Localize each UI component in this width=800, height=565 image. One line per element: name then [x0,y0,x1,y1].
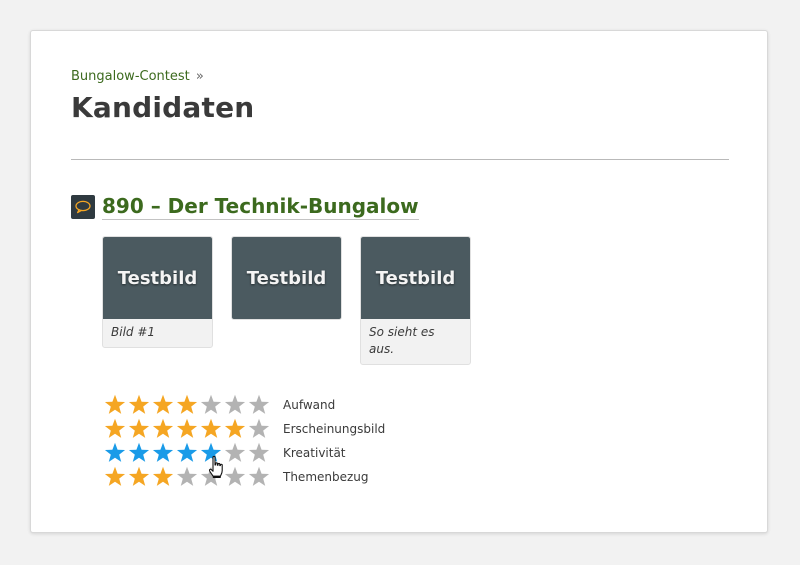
star-rating[interactable] [103,465,271,489]
rating-label: Erscheinungsbild [283,422,386,436]
star-filled-icon[interactable] [223,417,247,441]
star-filled-icon[interactable] [103,465,127,489]
rating-row: Themenbezug [103,465,385,489]
thumbnail-text: Testbild [246,267,327,289]
gallery-item[interactable]: Testbild Bild #1 [102,236,213,348]
star-empty-icon[interactable] [247,393,271,417]
star-filled-icon[interactable] [127,417,151,441]
gallery-caption: So sieht es aus. [369,325,435,356]
content-card: Bungalow-Contest » Kandidaten 890 – Der … [30,30,768,533]
breadcrumb-separator: » [195,69,204,84]
hand-cursor-icon [207,455,229,479]
breadcrumb-link[interactable]: Bungalow-Contest [71,69,190,84]
star-filled-icon[interactable] [151,417,175,441]
star-filled-icon[interactable] [103,441,127,465]
star-filled-icon[interactable] [103,417,127,441]
breadcrumb: Bungalow-Contest » [71,69,204,84]
star-rating[interactable] [103,393,271,417]
thumbnail-text: Testbild [117,267,198,289]
rating-row: Kreativität [103,441,385,465]
star-rating[interactable] [103,441,271,465]
gallery-item[interactable]: Testbild So sieht es aus. [360,236,471,365]
gallery-thumbnail[interactable]: Testbild [103,237,212,319]
star-filled-icon[interactable] [151,465,175,489]
star-filled-icon[interactable] [151,441,175,465]
rating-row: Erscheinungsbild [103,417,385,441]
rating-label: Kreativität [283,446,346,460]
page-title: Kandidaten [71,91,255,124]
thumbnail-text: Testbild [375,267,456,289]
star-filled-icon[interactable] [127,393,151,417]
comment-icon [71,195,95,219]
rating-row: Aufwand [103,393,385,417]
star-empty-icon[interactable] [247,417,271,441]
star-filled-icon[interactable] [151,393,175,417]
gallery-thumbnail[interactable]: Testbild [361,237,470,319]
entry-title-link[interactable]: 890 – Der Technik-Bungalow [102,193,419,220]
gallery-thumbnail[interactable]: Testbild [232,237,341,319]
divider [71,159,729,160]
star-filled-icon[interactable] [127,465,151,489]
star-empty-icon[interactable] [199,393,223,417]
star-filled-icon[interactable] [175,441,199,465]
star-filled-icon[interactable] [175,417,199,441]
rating-label: Aufwand [283,398,336,412]
star-empty-icon[interactable] [223,393,247,417]
rating-list: Aufwand Erscheinungsbild Kreativität The… [103,393,385,489]
star-rating[interactable] [103,417,271,441]
rating-label: Themenbezug [283,470,369,484]
star-empty-icon[interactable] [247,441,271,465]
star-filled-icon[interactable] [175,393,199,417]
star-filled-icon[interactable] [103,393,127,417]
star-empty-icon[interactable] [175,465,199,489]
star-filled-icon[interactable] [127,441,151,465]
gallery-item[interactable]: Testbild [231,236,342,320]
gallery-caption: Bild #1 [111,325,156,339]
star-filled-icon[interactable] [199,417,223,441]
star-empty-icon[interactable] [247,465,271,489]
